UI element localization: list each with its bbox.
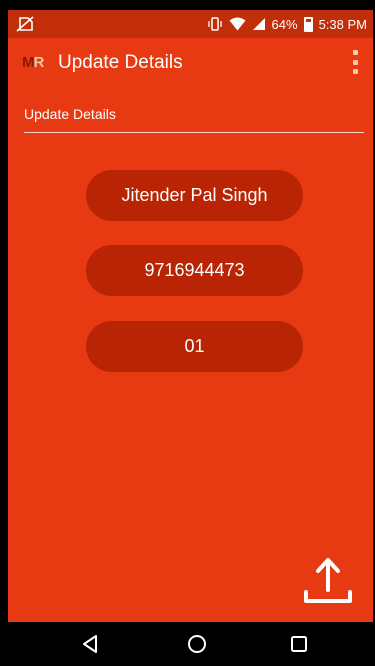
home-icon[interactable] <box>186 633 208 655</box>
battery-icon <box>303 16 313 32</box>
vibrate-icon <box>207 17 222 31</box>
section-divider <box>24 132 364 133</box>
upload-icon[interactable] <box>300 556 356 606</box>
status-icons: 64% 5:38 PM <box>207 10 367 38</box>
app-screen: 64% 5:38 PM MR Update Details Update Det… <box>8 10 373 666</box>
more-vert-icon[interactable] <box>351 50 359 74</box>
phone-field[interactable]: 9716944473 <box>86 245 303 296</box>
no-sim-icon <box>16 16 34 32</box>
app-title: Update Details <box>58 52 183 73</box>
wifi-icon <box>229 17 246 31</box>
code-field[interactable]: 01 <box>86 321 303 372</box>
status-time: 5:38 PM <box>318 16 367 32</box>
signal-icon <box>252 18 265 30</box>
recents-icon[interactable] <box>288 633 310 655</box>
app-logo: MR <box>22 54 44 71</box>
section-label: Update Details <box>24 106 116 122</box>
name-field[interactable]: Jitender Pal Singh <box>86 170 303 221</box>
app-bar: MR Update Details <box>8 38 373 88</box>
back-icon[interactable] <box>80 633 102 655</box>
system-nav-bar <box>8 622 373 666</box>
battery-percent: 64% <box>271 16 298 32</box>
status-bar: 64% 5:38 PM <box>8 10 373 38</box>
